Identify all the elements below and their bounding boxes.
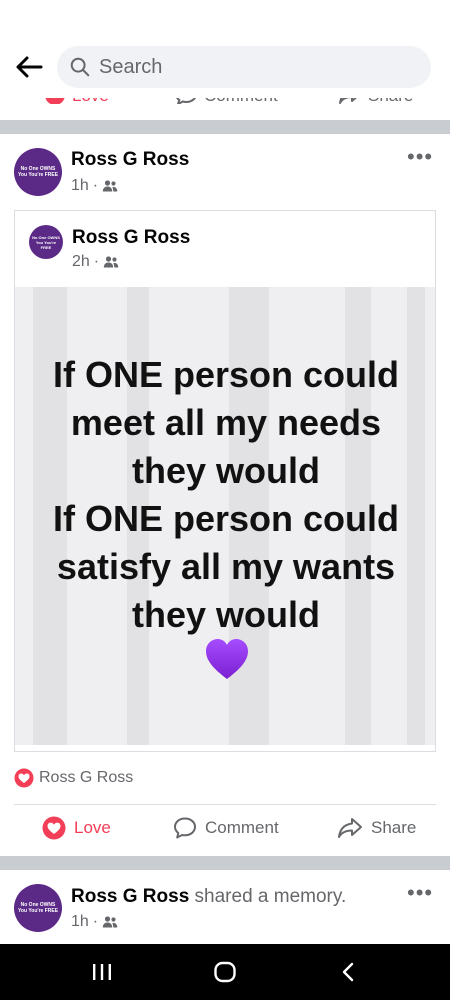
feed-separator — [0, 856, 450, 870]
avatar-text: No One OWNS You You're FREE — [17, 166, 59, 178]
search-input[interactable] — [99, 55, 399, 79]
love-icon — [42, 816, 66, 840]
quote-line: they would — [132, 594, 320, 635]
top-bar — [0, 0, 450, 98]
shared-post-card[interactable]: No One OWNS You You're FREE Ross G Ross … — [14, 210, 436, 752]
next-post-timestamp[interactable]: 1h — [71, 913, 89, 931]
love-button[interactable]: Love — [42, 816, 111, 840]
share-label: Share — [371, 818, 417, 837]
friends-audience-icon — [102, 916, 118, 928]
next-more-options-icon[interactable]: ••• — [407, 880, 433, 906]
author-avatar[interactable]: No One OWNS You You're FREE — [14, 148, 62, 196]
share-button[interactable]: Share — [337, 816, 416, 840]
feed-separator — [0, 120, 450, 134]
meta-dot: · — [93, 253, 100, 270]
search-bar[interactable] — [57, 46, 431, 88]
shared-author-avatar[interactable]: No One OWNS You You're FREE — [29, 225, 63, 259]
recent-apps-button[interactable] — [72, 952, 132, 992]
post-timestamp[interactable]: 1h — [71, 177, 89, 195]
back-arrow-icon — [16, 56, 43, 78]
recent-apps-icon — [92, 964, 111, 980]
action-divider — [14, 804, 436, 805]
comment-icon — [174, 817, 196, 839]
post-author-name[interactable]: Ross G Ross — [71, 149, 189, 171]
next-post-meta: 1h · — [71, 913, 118, 931]
purple-heart-emoji — [206, 639, 248, 679]
comment-label: Comment — [205, 818, 279, 837]
shared-author-name[interactable]: Ross G Ross — [72, 227, 190, 249]
more-options-icon[interactable]: ••• — [407, 144, 433, 170]
next-author-avatar[interactable]: No One OWNS You You're FREE — [14, 884, 62, 932]
quote-line: If ONE person could — [52, 354, 400, 395]
love-label: Love — [74, 818, 111, 837]
post-meta: 1h · — [71, 177, 118, 195]
quote-image[interactable]: If ONE person could meet all my needs th… — [15, 287, 435, 745]
next-post-action-text: shared a memory. — [194, 886, 347, 907]
share-icon — [338, 818, 362, 838]
feed-post: No One OWNS You You're FREE Ross G Ross … — [0, 134, 450, 856]
next-post-header: Ross G Ross shared a memory. — [71, 886, 346, 908]
meta-dot: · — [92, 913, 99, 930]
chevron-left-icon — [343, 962, 354, 982]
shared-timestamp[interactable]: 2h — [72, 253, 90, 271]
meta-dot: · — [92, 177, 99, 194]
comment-button[interactable]: Comment — [173, 816, 279, 840]
system-back-button[interactable] — [318, 952, 378, 992]
home-button[interactable] — [195, 952, 255, 992]
reactions-summary[interactable]: Ross G Ross — [14, 768, 133, 788]
next-author-name[interactable]: Ross G Ross — [71, 886, 189, 907]
friends-audience-icon — [103, 256, 119, 268]
next-avatar-text: No One OWNS You You're FREE — [17, 902, 59, 914]
quote-line: satisfy all my wants — [56, 546, 396, 587]
home-icon — [214, 961, 236, 983]
search-icon — [70, 57, 90, 77]
system-navigation-bar — [0, 944, 450, 1000]
shared-post-meta: 2h · — [72, 253, 119, 271]
reaction-names[interactable]: Ross G Ross — [39, 769, 133, 787]
quote-line: they would — [132, 450, 320, 491]
quote-line: meet all my needs — [70, 402, 382, 443]
back-button[interactable] — [12, 50, 46, 84]
quote-line: If ONE person could — [52, 498, 400, 539]
feed-post-next: No One OWNS You You're FREE Ross G Ross … — [0, 870, 450, 944]
friends-audience-icon — [102, 180, 118, 192]
shared-avatar-text: No One OWNS You You're FREE — [32, 234, 60, 250]
love-reaction-icon — [14, 768, 34, 788]
quote-text: If ONE person could meet all my needs th… — [15, 351, 435, 639]
